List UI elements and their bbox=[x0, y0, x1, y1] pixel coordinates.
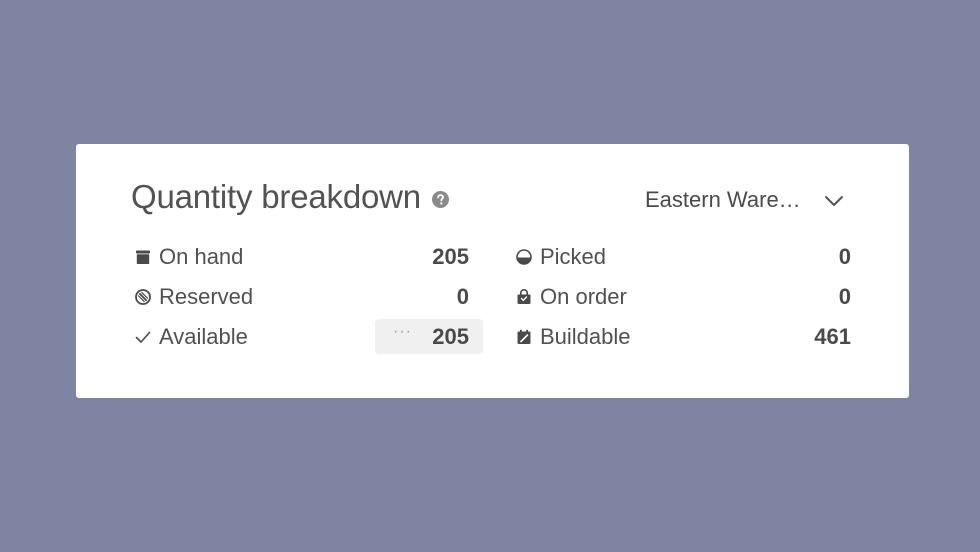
stat-value-on-order: 0 bbox=[838, 284, 851, 309]
quantity-breakdown-card: Quantity breakdown Eastern Ware… On hand… bbox=[76, 144, 909, 398]
stat-label: On hand bbox=[159, 244, 244, 269]
stat-row-reserved: Reserved bbox=[134, 281, 253, 313]
stat-row-on-hand: On hand bbox=[134, 241, 243, 273]
stat-label: Reserved bbox=[159, 284, 254, 309]
stat-value-available: 205 bbox=[432, 324, 469, 349]
buildable-icon bbox=[515, 328, 533, 346]
check-icon bbox=[134, 328, 152, 346]
stat-label: On order bbox=[540, 284, 627, 309]
box-icon bbox=[134, 248, 152, 266]
stat-row-on-order: On order bbox=[515, 281, 627, 313]
stat-row-picked: Picked bbox=[515, 241, 606, 273]
stat-value-picked: 0 bbox=[838, 244, 851, 269]
stat-row-buildable: Buildable bbox=[515, 321, 631, 353]
stat-value-on-hand: 205 bbox=[432, 244, 469, 269]
reserved-icon bbox=[134, 288, 152, 306]
stat-label: Available bbox=[159, 324, 248, 349]
location-dropdown-value: Eastern Ware… bbox=[645, 187, 801, 212]
stat-label: Buildable bbox=[540, 324, 631, 349]
card-header: Quantity breakdown bbox=[131, 177, 449, 217]
stat-row-available: Available bbox=[134, 321, 248, 353]
picked-icon bbox=[515, 248, 533, 266]
stat-value-buildable: 461 bbox=[814, 324, 851, 349]
shopping-bag-icon bbox=[515, 288, 533, 306]
stat-label: Picked bbox=[540, 244, 607, 269]
location-dropdown[interactable]: Eastern Ware… bbox=[645, 182, 852, 218]
chevron-down-icon bbox=[823, 190, 845, 212]
stat-value-reserved: 0 bbox=[456, 284, 469, 309]
help-icon[interactable] bbox=[431, 190, 449, 208]
card-title: Quantity breakdown bbox=[131, 178, 421, 215]
